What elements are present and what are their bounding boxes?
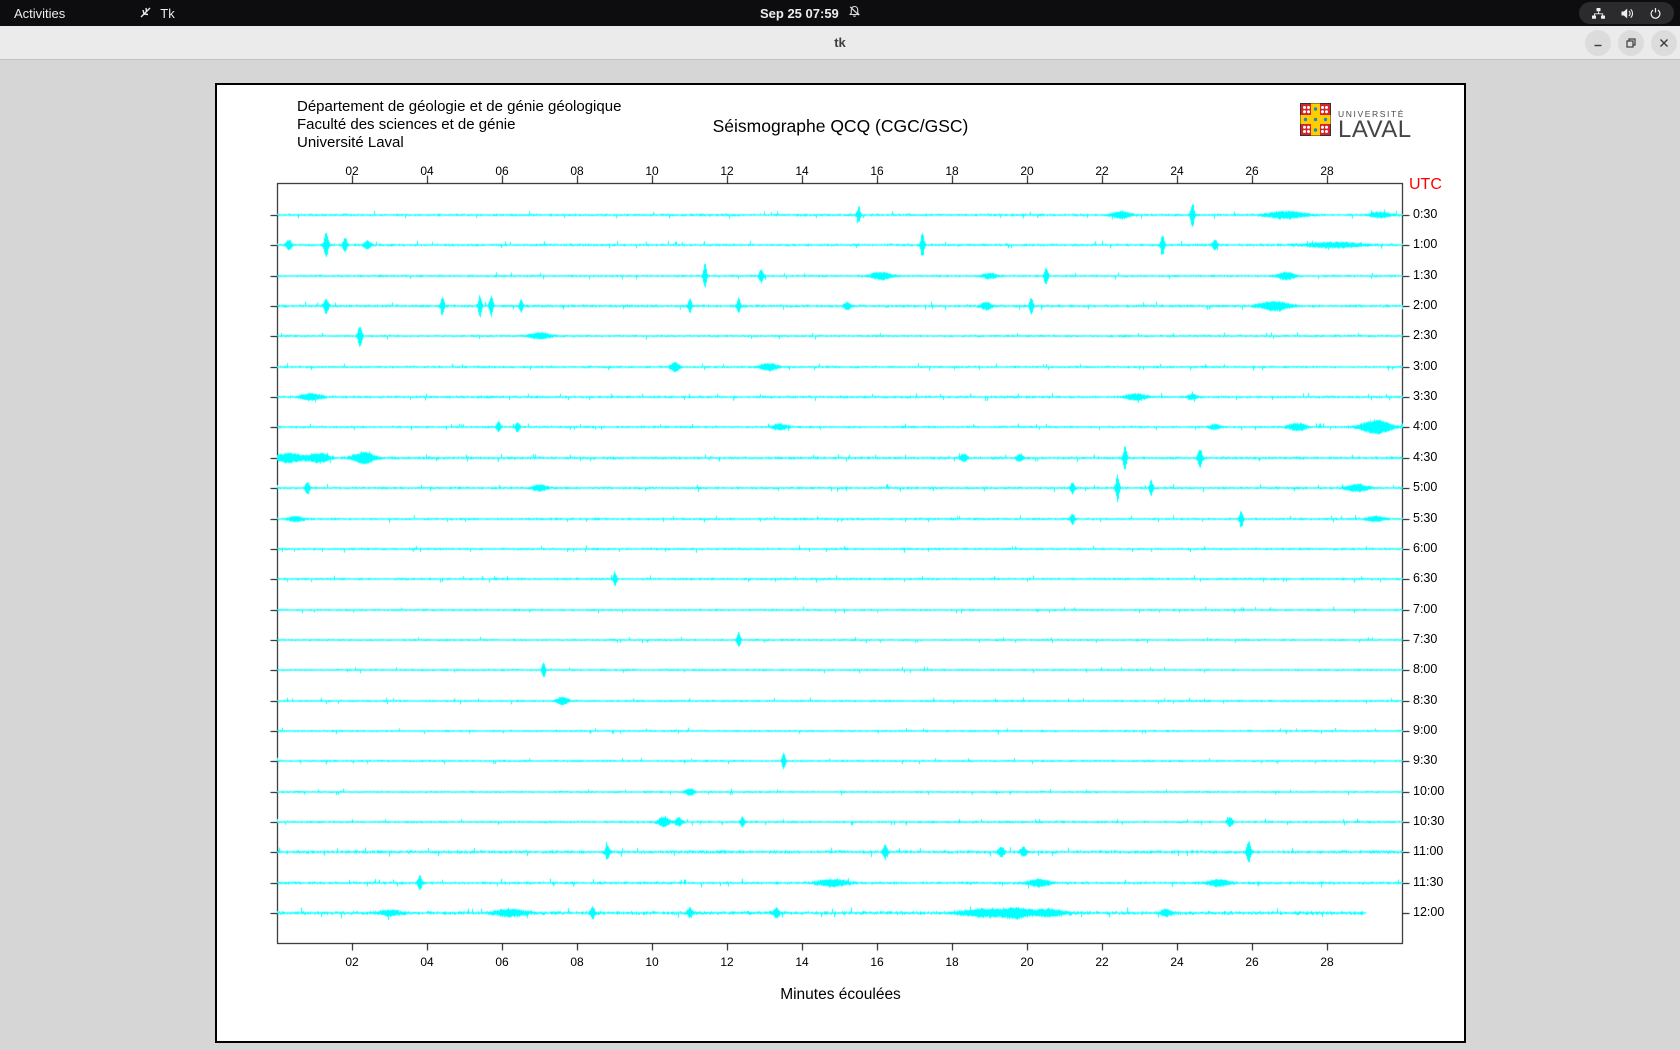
x-tick-top: 02 xyxy=(345,164,359,178)
x-tick-bottom: 20 xyxy=(1020,955,1034,969)
x-tick-bottom: 18 xyxy=(945,955,959,969)
minimize-button[interactable] xyxy=(1585,30,1611,56)
notifications-disabled-icon xyxy=(848,5,861,21)
x-tick-bottom: 10 xyxy=(645,955,659,969)
utc-trace-label: 1:30 xyxy=(1413,267,1438,282)
x-tick-bottom: 12 xyxy=(720,955,734,969)
utc-trace-label: 7:30 xyxy=(1413,631,1438,646)
x-tick-top: 28 xyxy=(1320,164,1334,178)
utc-trace-label: 8:00 xyxy=(1413,662,1438,677)
utc-trace-label: 5:30 xyxy=(1413,510,1438,525)
app-menu[interactable]: Tk xyxy=(125,0,188,26)
gnome-top-bar: Activities Tk Sep 25 07:59 xyxy=(0,0,1680,26)
utc-trace-label: 2:30 xyxy=(1413,328,1438,343)
utc-trace-label: 6:30 xyxy=(1413,571,1438,586)
utc-trace-label: 6:00 xyxy=(1413,540,1438,555)
clock-button[interactable]: Sep 25 07:59 xyxy=(760,0,861,26)
utc-trace-label: 10:30 xyxy=(1413,814,1445,828)
utc-trace-label: 4:30 xyxy=(1413,449,1438,464)
utc-trace-label: 7:00 xyxy=(1413,601,1438,616)
seismograph-figure: Département de géologie et de génie géol… xyxy=(215,83,1466,1043)
close-button[interactable] xyxy=(1651,30,1677,56)
utc-trace-label: 3:30 xyxy=(1413,389,1438,404)
utc-axis-title: UTC xyxy=(1409,176,1442,193)
network-wired-icon xyxy=(1591,7,1606,20)
utc-trace-label: 12:00 xyxy=(1413,905,1445,920)
window-content: Département de géologie et de génie géol… xyxy=(0,61,1680,1050)
x-tick-top: 20 xyxy=(1020,164,1034,178)
power-icon xyxy=(1649,7,1662,20)
x-tick-bottom: 02 xyxy=(345,955,359,969)
utc-trace-label: 5:00 xyxy=(1413,480,1438,495)
x-tick-top: 22 xyxy=(1095,164,1109,178)
utc-trace-label: 11:30 xyxy=(1413,874,1444,889)
x-tick-top: 26 xyxy=(1245,164,1259,178)
tk-icon xyxy=(139,5,153,22)
utc-trace-label: 2:00 xyxy=(1413,298,1438,313)
x-tick-bottom: 04 xyxy=(420,955,434,969)
utc-trace-label: 0:30 xyxy=(1413,207,1438,221)
x-tick-bottom: 28 xyxy=(1320,955,1334,969)
x-tick-bottom: 14 xyxy=(795,955,809,969)
utc-trace-label: 10:00 xyxy=(1413,783,1445,798)
app-menu-label: Tk xyxy=(160,5,175,21)
x-axis-title: Minutes écoulées xyxy=(780,986,901,1003)
x-tick-bottom: 26 xyxy=(1245,955,1259,969)
utc-trace-label: 3:00 xyxy=(1413,358,1438,373)
x-tick-top: 08 xyxy=(570,164,584,178)
system-tray[interactable] xyxy=(1579,2,1674,24)
x-tick-top: 10 xyxy=(645,164,659,178)
utc-trace-label: 4:00 xyxy=(1413,419,1438,434)
x-tick-top: 18 xyxy=(945,164,959,178)
x-tick-top: 12 xyxy=(720,164,734,178)
clock-text: Sep 25 07:59 xyxy=(760,5,839,21)
maximize-button[interactable] xyxy=(1618,30,1644,56)
x-tick-bottom: 16 xyxy=(870,955,884,969)
window-title: tk xyxy=(834,35,846,50)
utc-trace-label: 9:30 xyxy=(1413,753,1438,768)
x-tick-top: 14 xyxy=(795,164,809,178)
utc-trace-label: 8:30 xyxy=(1413,692,1438,707)
x-tick-top: 04 xyxy=(420,164,434,178)
activities-label: Activities xyxy=(14,5,66,21)
x-tick-bottom: 24 xyxy=(1170,955,1184,969)
x-tick-bottom: 06 xyxy=(495,955,509,969)
x-tick-top: 24 xyxy=(1170,164,1184,178)
x-tick-bottom: 08 xyxy=(570,955,584,969)
activities-button[interactable]: Activities xyxy=(0,0,79,26)
x-tick-top: 06 xyxy=(495,164,509,178)
utc-trace-label: 11:00 xyxy=(1413,844,1444,859)
window-titlebar: tk xyxy=(0,26,1680,60)
seismogram-canvas xyxy=(217,85,1464,1041)
x-tick-bottom: 22 xyxy=(1095,955,1109,969)
utc-trace-label: 9:00 xyxy=(1413,722,1438,737)
x-tick-top: 16 xyxy=(870,164,884,178)
utc-trace-label: 1:00 xyxy=(1413,237,1438,252)
volume-icon xyxy=(1620,7,1635,20)
